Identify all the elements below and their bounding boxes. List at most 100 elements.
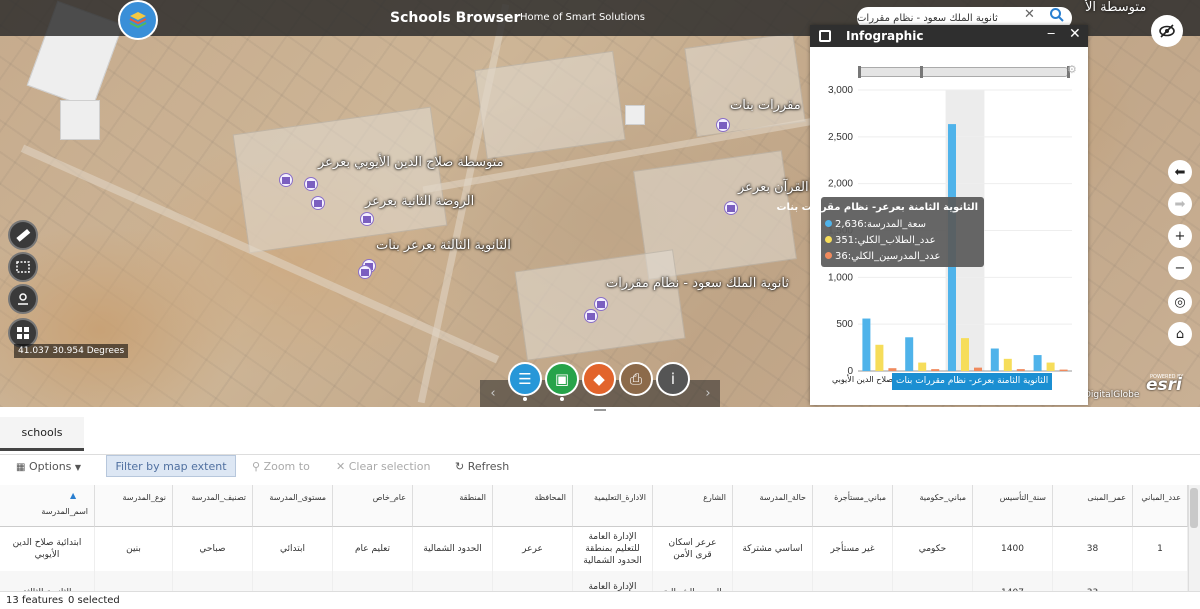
- school-pin[interactable]: [716, 118, 730, 132]
- legend-dot: [825, 252, 832, 259]
- table-cell[interactable]: ابتدائي: [253, 527, 333, 571]
- table-cell[interactable]: عرعر: [493, 527, 573, 571]
- map-label: مقررات بنات: [730, 98, 801, 113]
- table-cell-text: تعليم عام: [354, 544, 391, 554]
- school-pin[interactable]: [724, 201, 738, 215]
- clear-selection-button[interactable]: ✕ Clear selection: [336, 460, 430, 473]
- column-header[interactable]: مستوى_المدرسة: [253, 485, 333, 527]
- options-menu[interactable]: ▦ Options ▼: [16, 460, 81, 473]
- table-cell[interactable]: الإدارة العامة للتعليم بمنطقة الحدود الش…: [573, 527, 653, 571]
- y-tick-label: 500: [836, 319, 853, 330]
- table-cell[interactable]: صباحي: [173, 527, 253, 571]
- about-info-icon[interactable]: i: [656, 362, 690, 396]
- panel-resize-handle[interactable]: [594, 409, 606, 411]
- school-pin[interactable]: [311, 196, 325, 210]
- school-pin[interactable]: [594, 297, 608, 311]
- column-header[interactable]: عدد_المباني: [1133, 485, 1188, 527]
- table-cell[interactable]: تعليم عام: [333, 527, 413, 571]
- dock-next-icon[interactable]: ›: [696, 380, 720, 407]
- column-header[interactable]: المنطقة: [413, 485, 493, 527]
- chart-bar: [1016, 369, 1025, 371]
- map-terrain: [474, 50, 626, 160]
- table-cell[interactable]: 1: [1133, 527, 1188, 571]
- column-header[interactable]: نوع_المدرسة: [95, 485, 173, 527]
- school-pin[interactable]: [360, 212, 374, 226]
- gear-icon[interactable]: ⚙: [1067, 63, 1077, 76]
- school-pin[interactable]: [304, 177, 318, 191]
- hide-eye-icon[interactable]: [1151, 15, 1183, 47]
- tooltip-row-text: 36:عدد_المدرسين_الكلي: [835, 251, 941, 262]
- column-header[interactable]: الادارة_التعليمية: [573, 485, 653, 527]
- table-cell[interactable]: عرعر اسكان قرى الأمن: [653, 527, 733, 571]
- chart-bar: [918, 362, 927, 371]
- table-cell[interactable]: غير مستأجر: [813, 527, 893, 571]
- school-pin[interactable]: [358, 265, 372, 279]
- infographic-title: Infographic: [846, 29, 924, 43]
- tab-schools[interactable]: schools: [0, 417, 84, 451]
- column-header[interactable]: اسم_المدرسة ▲: [0, 485, 95, 527]
- column-header-label: المحافظة: [534, 493, 566, 502]
- dock-indicator: [560, 397, 564, 401]
- close-icon[interactable]: ✕: [1069, 26, 1081, 42]
- minimize-icon[interactable]: ‒: [1047, 26, 1055, 41]
- data-zoom-slider[interactable]: [858, 67, 1068, 77]
- column-header[interactable]: مباني_مستأجرة: [813, 485, 893, 527]
- chart-bar: [862, 318, 871, 371]
- select-tool-icon[interactable]: [8, 252, 38, 282]
- slider-handle[interactable]: [920, 66, 923, 78]
- column-header-label: عمر_المبنى: [1087, 493, 1126, 502]
- column-header[interactable]: عام_خاص: [333, 485, 413, 527]
- tooltip-row-text: 351:عدد_الطلاب_الكلي: [835, 235, 936, 246]
- next-extent-icon[interactable]: ➡: [1168, 192, 1192, 216]
- map-label: متوسطة الأ: [1085, 0, 1147, 15]
- table-cell[interactable]: 1400: [973, 527, 1053, 571]
- infographic-icon[interactable]: ▣: [545, 362, 579, 396]
- school-pin[interactable]: [279, 173, 293, 187]
- query-icon[interactable]: ◆: [582, 362, 616, 396]
- slider-handle[interactable]: [858, 66, 861, 78]
- scrollbar-thumb[interactable]: [1190, 488, 1198, 528]
- legend-dot: [825, 236, 832, 243]
- column-header[interactable]: الشارع: [653, 485, 733, 527]
- zoom-out-icon[interactable]: −: [1168, 256, 1192, 280]
- column-header[interactable]: عمر_المبنى: [1053, 485, 1133, 527]
- dock-prev-icon[interactable]: ‹: [481, 380, 505, 407]
- column-header[interactable]: المحافظة: [493, 485, 573, 527]
- map-label: متوسطة صلاح الدين الأيوبي بعرعر: [318, 155, 504, 170]
- my-location-icon[interactable]: ◎: [1168, 290, 1192, 314]
- infographic-icon: [819, 30, 831, 42]
- map-label: الثانوية الثالثة بعرعر بنات: [376, 238, 511, 253]
- column-header[interactable]: تصنيف_المدرسة: [173, 485, 253, 527]
- filter-by-extent-button[interactable]: Filter by map extent: [106, 455, 236, 477]
- draw-location-icon[interactable]: [8, 284, 38, 314]
- y-tick-label: 2,000: [828, 179, 853, 190]
- column-header[interactable]: حالة_المدرسة: [733, 485, 813, 527]
- refresh-button[interactable]: ↻ Refresh: [455, 460, 509, 473]
- column-header-label: نوع_المدرسة: [122, 493, 166, 502]
- table-cell[interactable]: بنين: [95, 527, 173, 571]
- clear-search-icon[interactable]: ✕: [1024, 7, 1035, 22]
- search-icon[interactable]: [1048, 6, 1066, 24]
- print-icon[interactable]: ⎙: [619, 362, 653, 396]
- app-subtitle: Home of Smart Solutions: [520, 12, 645, 23]
- chart-bar: [931, 369, 940, 371]
- home-icon[interactable]: ⌂: [1168, 322, 1192, 346]
- measure-ruler-icon[interactable]: [8, 220, 38, 250]
- sort-ascending-icon[interactable]: ▲: [70, 491, 76, 500]
- table-cell[interactable]: الحدود الشمالية: [413, 527, 493, 571]
- school-pin[interactable]: [584, 309, 598, 323]
- pin-icon: ⚲: [252, 460, 261, 473]
- coordinate-readout: 41.037 30.954 Degrees: [14, 344, 129, 358]
- refresh-icon: ↻: [455, 460, 465, 473]
- column-header[interactable]: مباني_حكومية: [893, 485, 973, 527]
- table-cell[interactable]: ابتدائية صلاح الدين الأيوبي: [0, 527, 95, 571]
- table-cell[interactable]: حكومي: [893, 527, 973, 571]
- table-cell[interactable]: اساسي مشتركة: [733, 527, 813, 571]
- table-cell[interactable]: 38: [1053, 527, 1133, 571]
- legend-dot: [825, 220, 832, 227]
- zoom-to-button[interactable]: ⚲ Zoom to: [252, 460, 310, 473]
- attribute-table-icon[interactable]: ☰: [508, 362, 542, 396]
- zoom-in-icon[interactable]: +: [1168, 224, 1192, 248]
- column-header[interactable]: سنة_التأسيس: [973, 485, 1053, 527]
- previous-extent-icon[interactable]: ⬅: [1168, 160, 1192, 184]
